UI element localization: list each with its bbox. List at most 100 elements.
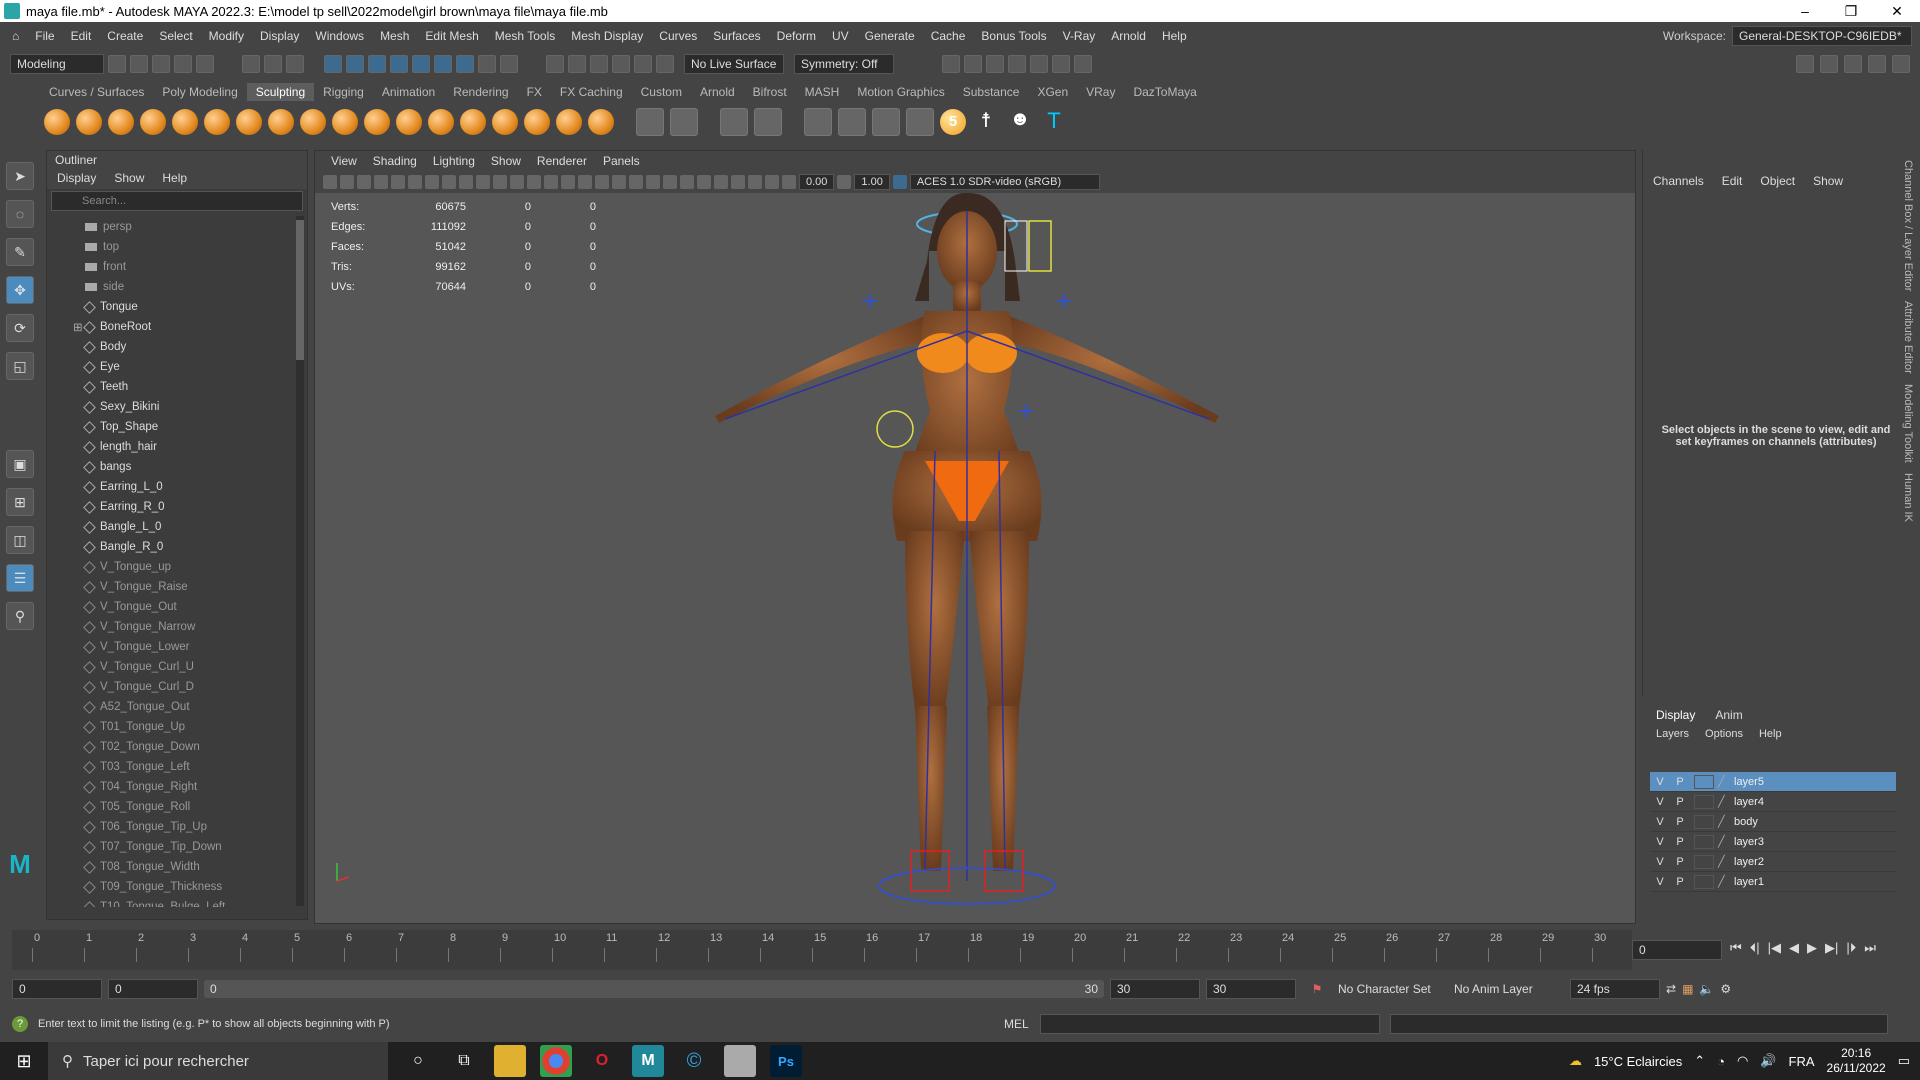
layer-color-swatch[interactable]: [1694, 854, 1714, 869]
auto-key-icon[interactable]: ⚑: [1302, 982, 1332, 996]
layer-color-swatch[interactable]: [1694, 814, 1714, 829]
outliner-item[interactable]: T06_Tongue_Tip_Up: [47, 817, 295, 837]
menu-mesh-display[interactable]: Mesh Display: [563, 29, 651, 43]
move-tool-icon[interactable]: ✥: [6, 276, 34, 304]
minimize-button[interactable]: –: [1782, 3, 1828, 20]
shelf-tab-animation[interactable]: Animation: [373, 83, 444, 101]
layer-name[interactable]: layer5: [1734, 776, 1764, 788]
render-icon[interactable]: [634, 55, 652, 73]
skeleton-icon[interactable]: ☨: [972, 108, 1000, 136]
single-view-icon[interactable]: ▣: [6, 450, 34, 478]
command-input[interactable]: [1040, 1014, 1380, 1034]
outliner-item[interactable]: T04_Tongue_Right: [47, 777, 295, 797]
weather-text[interactable]: 15°C Eclaircies: [1594, 1054, 1682, 1069]
outliner-layout-icon[interactable]: ☰: [6, 564, 34, 592]
layer-visibility-toggle[interactable]: V: [1650, 776, 1670, 788]
layers-icon[interactable]: [872, 108, 900, 136]
layer-row[interactable]: V P ╱ layer3: [1650, 832, 1896, 852]
channel-box-icon[interactable]: [1892, 55, 1910, 73]
outliner-item[interactable]: V_Tongue_Out: [47, 597, 295, 617]
menu-windows[interactable]: Windows: [307, 29, 372, 43]
side-tab-human-ik[interactable]: Human IK: [1902, 473, 1914, 522]
menu-cache[interactable]: Cache: [923, 29, 974, 43]
attribute-editor-icon[interactable]: [1844, 55, 1862, 73]
close-button[interactable]: ✕: [1874, 3, 1920, 20]
arnold-render-icon[interactable]: [1030, 55, 1048, 73]
channel-menu-object[interactable]: Object: [1760, 174, 1795, 188]
snap-live-icon[interactable]: [434, 55, 452, 73]
outliner-item[interactable]: V_Tongue_Curl_U: [47, 657, 295, 677]
smear-brush-icon[interactable]: [492, 109, 518, 135]
outliner-item[interactable]: T09_Tongue_Thickness: [47, 877, 295, 897]
clock[interactable]: 20:16 26/11/2022: [1827, 1046, 1886, 1076]
menu-set-dropdown[interactable]: Modeling: [10, 54, 104, 74]
shelf-tab-vray[interactable]: VRay: [1077, 83, 1124, 101]
channel-menu-channels[interactable]: Channels: [1653, 174, 1704, 188]
menu-create[interactable]: Create: [99, 29, 151, 43]
shelf-tab-mash[interactable]: MASH: [796, 83, 849, 101]
symmetry-dropdown[interactable]: Symmetry: Off: [794, 54, 894, 74]
layer-color-swatch[interactable]: [1694, 794, 1714, 809]
app-window-icon[interactable]: [724, 1045, 756, 1077]
search-tool-icon[interactable]: ⚲: [6, 602, 34, 630]
layer-menu-options[interactable]: Options: [1705, 728, 1743, 740]
layer-name[interactable]: layer3: [1734, 836, 1764, 848]
outliner-item[interactable]: T10_Tongue_Bulge_Left: [47, 897, 295, 907]
outliner-item[interactable]: V_Tongue_Lower: [47, 637, 295, 657]
side-tab-modeling-toolkit[interactable]: Modeling Toolkit: [1902, 384, 1914, 463]
shelf-tab-custom[interactable]: Custom: [632, 83, 691, 101]
four-view-icon[interactable]: ⊞: [6, 488, 34, 516]
step-forward-frame-icon[interactable]: ▶|: [1825, 940, 1838, 956]
layer-row[interactable]: V P ╱ layer4: [1650, 792, 1896, 812]
shelf-tab-motion-graphics[interactable]: Motion Graphics: [848, 83, 953, 101]
mel-language-toggle[interactable]: MEL: [1004, 1017, 1029, 1031]
t-pose-icon[interactable]: T: [1040, 108, 1068, 136]
layer-row[interactable]: V P ╱ layer2: [1650, 852, 1896, 872]
outliner-item[interactable]: length_hair: [47, 437, 295, 457]
wax-brush-icon[interactable]: [364, 109, 390, 135]
start-time-field[interactable]: 0: [12, 979, 102, 999]
knife-brush-icon[interactable]: [460, 109, 486, 135]
snap-curve-icon[interactable]: [346, 55, 364, 73]
outliner-item[interactable]: persp: [47, 217, 295, 237]
outliner-item[interactable]: Top_Shape: [47, 417, 295, 437]
shelf-tab-arnold[interactable]: Arnold: [691, 83, 744, 101]
shelf-tab-fx[interactable]: FX: [518, 83, 551, 101]
snap-vertex-icon[interactable]: [456, 55, 474, 73]
outliner-item[interactable]: Bangle_L_0: [47, 517, 295, 537]
skull-icon[interactable]: ☻: [1006, 108, 1034, 136]
outliner-item[interactable]: top: [47, 237, 295, 257]
layer-row[interactable]: V P ╱ layer5: [1650, 772, 1896, 792]
outliner-item[interactable]: ⊞ BoneRoot: [47, 317, 295, 337]
outliner-item[interactable]: V_Tongue_up: [47, 557, 295, 577]
outliner-item[interactable]: Teeth: [47, 377, 295, 397]
outliner-item[interactable]: V_Tongue_Narrow: [47, 617, 295, 637]
select-tool-icon[interactable]: ➤: [6, 162, 34, 190]
home-icon[interactable]: ⌂: [4, 29, 27, 43]
outliner-search-input[interactable]: Search...: [51, 191, 303, 211]
time-slider[interactable]: 0 1 2 3 4 5 6 7 8 9 10 11 12 13 14 15 16 17 18 19 20 21 22 23 24…: [12, 930, 1632, 970]
menu-deform[interactable]: Deform: [769, 29, 824, 43]
playback-start-field[interactable]: 0: [108, 979, 198, 999]
file-explorer-icon[interactable]: [494, 1045, 526, 1077]
construction-history-icon[interactable]: [612, 55, 630, 73]
snap-view-icon[interactable]: [390, 55, 408, 73]
layer-visibility-toggle[interactable]: V: [1650, 856, 1670, 868]
input-ops-icon[interactable]: [568, 55, 586, 73]
chrome-icon[interactable]: [540, 1045, 572, 1077]
shelf-tab-fx-caching[interactable]: FX Caching: [551, 83, 632, 101]
volume-icon[interactable]: 🔊: [1760, 1053, 1776, 1069]
loop-icon[interactable]: ⇄: [1666, 982, 1676, 996]
opera-icon[interactable]: O: [586, 1045, 618, 1077]
cortana-icon[interactable]: ○: [402, 1045, 434, 1077]
outliner-item[interactable]: T08_Tongue_Width: [47, 857, 295, 877]
lasso-tool-icon[interactable]: ◌: [6, 200, 34, 228]
layer-playback-toggle[interactable]: P: [1670, 856, 1690, 868]
relax-brush-icon[interactable]: [108, 109, 134, 135]
layer-tab-anim[interactable]: Anim: [1715, 708, 1742, 722]
cache-icon[interactable]: ▦: [1682, 982, 1693, 996]
amplify-brush-icon[interactable]: [556, 109, 582, 135]
character-model[interactable]: [315, 151, 1635, 925]
step-back-frame-icon[interactable]: |◀: [1768, 940, 1781, 956]
sculpt-brush-icon[interactable]: [44, 109, 70, 135]
